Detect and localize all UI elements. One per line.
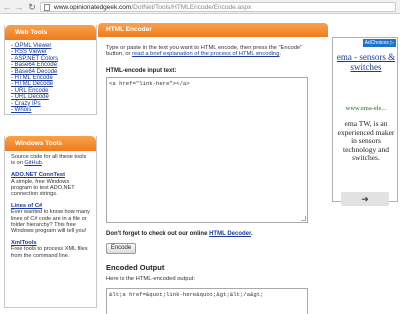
ad-url[interactable]: www.ema-ele...: [335, 105, 397, 112]
ado-connTest-link[interactable]: ADO.NET ConnTest: [11, 172, 65, 178]
encoded-output-heading: Encoded Output: [106, 263, 165, 272]
left-sidebar: Web Tools - OPML Viewer - RSS Viewer - ASP…: [0, 14, 98, 314]
tool-item-xml: XmlTools Free tools to process XML files…: [11, 240, 90, 259]
explanation-link[interactable]: read a brief explanation of the process …: [132, 51, 279, 57]
input-textarea[interactable]: <a href="link-here"></a>: [106, 77, 308, 223]
windows-tools-box: Windows Tools Source code for all these …: [4, 136, 97, 308]
adchoices-badge[interactable]: AdChoices ▷: [362, 39, 396, 47]
web-tool-link[interactable]: - Whois: [11, 107, 90, 113]
windows-tools-content: Source code for all these tools is on Gi…: [5, 151, 96, 262]
web-tools-heading: Web Tools: [5, 25, 96, 40]
intro-text: Source code for all these tools is on: [11, 154, 87, 167]
ad-column: AdChoices ▷ ema - sensors & switches www…: [330, 14, 400, 314]
windows-tools-intro: Source code for all these tools is on Gi…: [11, 154, 90, 166]
browser-toolbar: ← → ↻ www.opinionatedgeek.com/DotNet/Too…: [0, 0, 400, 14]
xmltools-link[interactable]: XmlTools: [11, 240, 37, 246]
ad-body-text: ema TW, is an experienced maker in senso…: [337, 119, 395, 162]
lines-of-csharp-link[interactable]: Lines of C#: [11, 203, 42, 209]
xmltools-desc: Free tools to process XML files from the…: [11, 246, 88, 259]
intro-end: .: [41, 160, 44, 167]
output-textarea[interactable]: &lt;a href=&quot;link-here&quot;&gt;&lt;…: [106, 288, 308, 314]
back-arrow-icon[interactable]: ←: [2, 2, 12, 12]
url-path: /DotNet/Tools/HTMLEncode/Encode.aspx: [131, 4, 252, 11]
advertisement[interactable]: AdChoices ▷ ema - sensors & switches www…: [332, 37, 398, 206]
tool-item-ado: ADO.NET ConnTest A simple, free Windows …: [11, 172, 90, 197]
intro-end: .: [279, 51, 282, 58]
url-domain: www.opinionatedgeek.com: [54, 4, 132, 11]
input-value: <a href="link-here"></a>: [109, 80, 190, 87]
main-content: HTML Encoder Type or paste in the text y…: [98, 14, 330, 314]
tool-item-lines: Lines of C# Ever wanted to know how many…: [11, 203, 90, 234]
address-bar[interactable]: www.opinionatedgeek.com/DotNet/Tools/HTM…: [40, 2, 396, 12]
page-icon: [44, 4, 50, 11]
decoder-note: Don't forget to check out our online HTM…: [106, 231, 253, 237]
intro-paragraph: Type or paste in the text you want to HT…: [106, 45, 316, 58]
ad-arrow-button[interactable]: ➜: [341, 192, 389, 206]
ado-connTest-desc: A simple, free Windows program to test A…: [11, 178, 75, 198]
html-decoder-link[interactable]: HTML Decoder: [209, 231, 251, 237]
note-text: Don't forget to check out our online: [106, 231, 210, 237]
input-label: HTML-encode input text:: [106, 68, 177, 74]
lines-of-csharp-desc: Ever wanted to know how many lines of C#…: [11, 209, 90, 235]
forward-arrow-icon[interactable]: →: [14, 2, 24, 12]
github-link[interactable]: GitHub: [24, 160, 41, 166]
arrow-right-icon: ➜: [361, 194, 369, 204]
ad-title-link[interactable]: ema - sensors & switches: [335, 52, 397, 72]
output-value: &lt;a href=&quot;link-here&quot;&gt;&lt;…: [109, 291, 264, 298]
web-tools-box: Web Tools - OPML Viewer - RSS Viewer - ASP…: [4, 25, 97, 115]
resize-handle-icon[interactable]: [301, 216, 306, 221]
output-description: Here is the HTML-encoded output:: [106, 276, 195, 282]
url-text: www.opinionatedgeek.com/DotNet/Tools/HTM…: [54, 4, 251, 12]
note-end: .: [251, 231, 253, 237]
web-tools-list: - OPML Viewer - RSS Viewer - ASP.NET Color…: [5, 40, 96, 116]
page-title: HTML Encoder: [98, 23, 328, 37]
reload-icon[interactable]: ↻: [27, 2, 37, 12]
windows-tools-heading: Windows Tools: [5, 136, 96, 151]
encode-button[interactable]: Encode: [106, 243, 136, 254]
